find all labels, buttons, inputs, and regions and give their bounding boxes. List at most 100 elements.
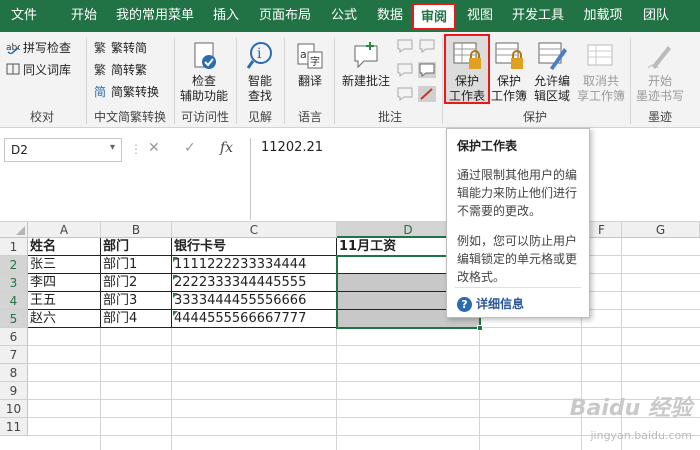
cell-b4[interactable]: 部门3 bbox=[101, 292, 172, 310]
tab-insert[interactable]: 插入 bbox=[204, 0, 248, 32]
cancel-icon[interactable]: ✕ bbox=[148, 140, 160, 156]
group-label-ink: 墨迹 bbox=[647, 110, 672, 124]
row-header[interactable]: 3 bbox=[0, 274, 28, 292]
row-header[interactable]: 10 bbox=[0, 400, 28, 418]
row-header[interactable]: 4 bbox=[0, 292, 28, 310]
allow-edit-ranges-button[interactable]: 允许编 辑区域 bbox=[530, 40, 574, 104]
cell-c5[interactable]: 4444555566667777 bbox=[172, 310, 337, 328]
check-accessibility-button[interactable]: 检查 辅助功能 bbox=[176, 40, 232, 104]
translate-button[interactable]: a字 翻译 bbox=[290, 40, 330, 89]
menu-bar: 文件 开始 我的常用菜单 插入 页面布局 公式 数据 审阅 视图 开发工具 加载… bbox=[0, 0, 700, 32]
cell-c4[interactable]: 3333444455556666 bbox=[172, 292, 337, 310]
group-separator bbox=[442, 38, 443, 124]
row-header[interactable]: 1 bbox=[0, 238, 28, 256]
name-box-dropdown-icon[interactable]: ▾ bbox=[110, 142, 115, 153]
help-icon: ? bbox=[457, 297, 472, 312]
cell-c3[interactable]: 2222333344445555 bbox=[172, 274, 337, 292]
tab-developer[interactable]: 开发工具 bbox=[506, 0, 570, 32]
protect-sheet-tooltip: 保护工作表 通过限制其他用户的编辑能力来防止他们进行不需要的更改。 例如，您可以… bbox=[446, 128, 590, 318]
tooltip-more-info-link[interactable]: ? 详细信息 bbox=[457, 295, 524, 312]
formula-buttons: ✕ ✓ fx bbox=[140, 138, 245, 162]
row-header[interactable]: 2 bbox=[0, 256, 28, 274]
tab-page-layout[interactable]: 页面布局 bbox=[254, 0, 316, 32]
spell-check-icon: abc bbox=[6, 43, 20, 54]
thesaurus-button[interactable]: 同义词库 bbox=[6, 60, 71, 80]
cell-a5[interactable]: 赵六 bbox=[28, 310, 101, 328]
smart-lookup-button[interactable]: i 智能 查找 bbox=[240, 40, 280, 104]
tab-team[interactable]: 团队 bbox=[636, 0, 676, 32]
tab-formulas[interactable]: 公式 bbox=[324, 0, 364, 32]
new-comment-icon bbox=[354, 42, 378, 69]
formula-bar: D2 ▾ ⋮ ✕ ✓ fx 11202.21 bbox=[0, 128, 700, 222]
row-header[interactable]: 9 bbox=[0, 382, 28, 400]
ink-pen-icon bbox=[647, 46, 671, 69]
name-box[interactable]: D2 bbox=[4, 138, 122, 162]
simp-to-trad-button[interactable]: 繁简转繁 bbox=[94, 60, 147, 80]
accessibility-check-icon bbox=[194, 42, 216, 69]
cell-b2[interactable]: 部门1 bbox=[101, 256, 172, 274]
cell-b3[interactable]: 部门2 bbox=[101, 274, 172, 292]
tooltip-example: 例如，您可以防止用户编辑锁定的单元格或更改格式。 bbox=[457, 234, 578, 284]
group-separator bbox=[86, 38, 87, 124]
tab-review[interactable]: 审阅 bbox=[412, 3, 456, 30]
select-all-corner[interactable] bbox=[0, 222, 28, 238]
cell-b5[interactable]: 部门4 bbox=[101, 310, 172, 328]
tab-view[interactable]: 视图 bbox=[462, 0, 498, 32]
tab-my-menu[interactable]: 我的常用菜单 bbox=[112, 0, 198, 32]
cell-b1[interactable]: 部门 bbox=[101, 238, 172, 256]
chinese-convert-button[interactable]: 简简繁转换 bbox=[94, 82, 159, 102]
column-header-c[interactable]: C bbox=[172, 222, 337, 238]
ribbon: abc 拼写检查 同义词库 校对 繁繁转简 繁简转繁 简简繁转换 中文简繁转换 检… bbox=[0, 32, 700, 128]
protect-workbook-icon bbox=[495, 42, 523, 69]
svg-text:i: i bbox=[257, 46, 262, 62]
svg-text:字: 字 bbox=[310, 55, 320, 68]
delete-comment-icon[interactable] bbox=[396, 38, 414, 54]
show-all-comments-icon[interactable] bbox=[418, 62, 436, 78]
trad-char-icon: 繁 bbox=[94, 40, 106, 54]
row-header[interactable]: 6 bbox=[0, 328, 28, 346]
column-header-a[interactable]: A bbox=[28, 222, 101, 238]
cell-a3[interactable]: 李四 bbox=[28, 274, 101, 292]
trad-to-simp-button[interactable]: 繁繁转简 bbox=[94, 38, 147, 58]
tab-data[interactable]: 数据 bbox=[370, 0, 410, 32]
simp-char-icon: 繁 bbox=[94, 62, 106, 76]
column-header-b[interactable]: B bbox=[101, 222, 172, 238]
insert-function-icon[interactable]: fx bbox=[220, 140, 233, 156]
row-header[interactable]: 7 bbox=[0, 346, 28, 364]
convert-char-icon: 简 bbox=[94, 85, 106, 98]
group-label-chinese: 中文简繁转换 bbox=[93, 110, 166, 124]
row-header[interactable]: 5 bbox=[0, 310, 28, 328]
row-header[interactable]: 8 bbox=[0, 364, 28, 382]
spell-check-button[interactable]: abc 拼写检查 bbox=[6, 38, 71, 58]
protect-workbook-button[interactable]: 保护 工作簿 bbox=[490, 40, 528, 104]
column-header-g[interactable]: G bbox=[622, 222, 700, 238]
new-comment-button[interactable]: 新建批注 bbox=[338, 40, 394, 89]
protect-sheet-button[interactable]: 保护 工作表 bbox=[444, 34, 490, 104]
text-number-indicator bbox=[173, 257, 178, 262]
tab-home[interactable]: 开始 bbox=[62, 0, 106, 32]
show-ink-icon[interactable] bbox=[418, 86, 436, 102]
cell-c2[interactable]: 1111222233334444 bbox=[172, 256, 337, 274]
select-all-icon bbox=[16, 226, 25, 235]
tab-addins[interactable]: 加载项 bbox=[578, 0, 628, 32]
unshare-workbook-button[interactable]: 取消共 享工作簿 bbox=[576, 40, 626, 104]
start-inking-button[interactable]: 开始 墨迹书写 bbox=[634, 40, 686, 104]
previous-comment-icon[interactable] bbox=[396, 62, 414, 78]
book-icon bbox=[6, 63, 20, 75]
enter-icon[interactable]: ✓ bbox=[184, 140, 196, 156]
cell-a2[interactable]: 张三 bbox=[28, 256, 101, 274]
worksheet-grid[interactable]: A B C D E F G 1 2 3 4 5 6 7 8 9 10 11 姓名… bbox=[0, 222, 700, 450]
tab-file[interactable]: 文件 bbox=[6, 0, 42, 32]
cell-a4[interactable]: 王五 bbox=[28, 292, 101, 310]
group-label-insights: 见解 bbox=[247, 110, 272, 124]
allow-edit-ranges-icon bbox=[538, 42, 567, 70]
cell-c1[interactable]: 银行卡号 bbox=[172, 238, 337, 256]
row-header[interactable]: 11 bbox=[0, 418, 28, 436]
next-comment-icon[interactable] bbox=[396, 86, 414, 102]
group-separator bbox=[334, 38, 335, 124]
group-separator bbox=[236, 38, 237, 124]
show-hide-comment-icon[interactable] bbox=[418, 38, 436, 54]
group-separator bbox=[284, 38, 285, 124]
fill-handle[interactable] bbox=[477, 325, 483, 331]
cell-a1[interactable]: 姓名 bbox=[28, 238, 101, 256]
